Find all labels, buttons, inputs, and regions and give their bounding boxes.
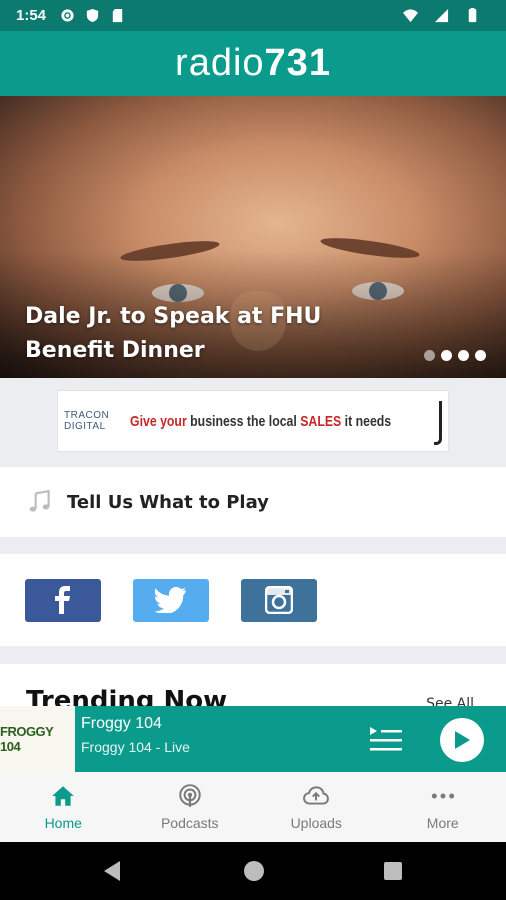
nav-uploads[interactable]: Uploads [253,772,380,842]
facebook-button[interactable] [25,578,101,622]
status-bar: 1:54 [0,0,506,31]
ad-brand-logo: TRACON DIGITAL [64,410,110,432]
bottom-navigation: Home Podcasts Uploads More [0,772,506,842]
ad-text-part3: SALES [299,412,341,430]
ad-text-part4: it needs [344,412,391,430]
status-time: 1:54 [16,7,47,24]
instagram-icon [265,586,293,614]
home-icon [52,786,75,806]
ad-text-part1: Give your [129,412,187,430]
recent-apps-icon[interactable] [384,862,402,880]
music-note-icon [29,489,50,512]
radio731-logo: radio731 [175,42,331,85]
podcast-icon [179,784,201,807]
shield-icon [86,8,99,23]
nav-more[interactable]: More [380,772,506,842]
signal-icon [434,8,449,23]
battery-icon [468,8,477,23]
nav-home[interactable]: Home [0,772,127,842]
twitter-button[interactable] [133,578,209,622]
carousel-dot[interactable] [441,350,452,361]
player-station-title: Froggy 104 [81,715,162,732]
twitter-icon [155,587,186,613]
carousel-dots [424,350,486,361]
carousel-dot[interactable] [424,350,435,361]
song-request-label: Tell Us What to Play [67,491,269,513]
song-request-card[interactable]: Tell Us What to Play [0,467,506,537]
carousel-dot[interactable] [475,350,486,361]
social-links-card [0,554,506,646]
play-icon [455,731,470,749]
nav-podcasts[interactable]: Podcasts [127,772,254,842]
player-station-subtitle: Froggy 104 - Live [81,739,190,755]
sd-card-icon [112,8,123,23]
back-icon[interactable] [104,861,120,881]
ad-row: TRACON DIGITAL Give your business the lo… [0,378,506,464]
ad-banner[interactable]: TRACON DIGITAL Give your business the lo… [57,390,449,452]
play-button[interactable] [440,718,484,762]
queue-list-icon[interactable] [368,724,402,756]
facebook-icon [55,586,70,614]
trending-see-all-link[interactable]: See All [426,696,474,706]
wifi-icon [403,9,418,23]
ad-text: Give your business the local SALES it ne… [130,413,391,430]
golf-club-graphic [434,401,442,445]
nav-home-label: Home [44,815,82,831]
ad-text-part2: business the local [189,412,297,430]
carousel-dot[interactable] [458,350,469,361]
nav-uploads-label: Uploads [290,815,342,831]
trending-title: Trending Now [26,686,228,706]
app-header: radio731 [0,31,506,96]
gear-icon [61,9,74,22]
logo-number: 731 [264,42,331,84]
instagram-button[interactable] [241,578,317,622]
cloud-upload-icon [303,786,330,805]
trending-section: Trending Now See All [0,664,506,706]
logo-text: radio [175,42,265,84]
system-navigation-bar [0,842,506,900]
nav-podcasts-label: Podcasts [160,815,219,831]
home-circle-icon[interactable] [244,861,264,881]
mini-player[interactable]: FROGGY 104 Froggy 104 Froggy 104 - Live [0,706,506,772]
station-logo: FROGGY 104 [0,706,75,772]
nav-more-label: More [426,815,459,831]
hero-headline[interactable]: Dale Jr. to Speak at FHU Benefit Dinner [25,300,365,368]
more-dots-icon [431,793,454,799]
